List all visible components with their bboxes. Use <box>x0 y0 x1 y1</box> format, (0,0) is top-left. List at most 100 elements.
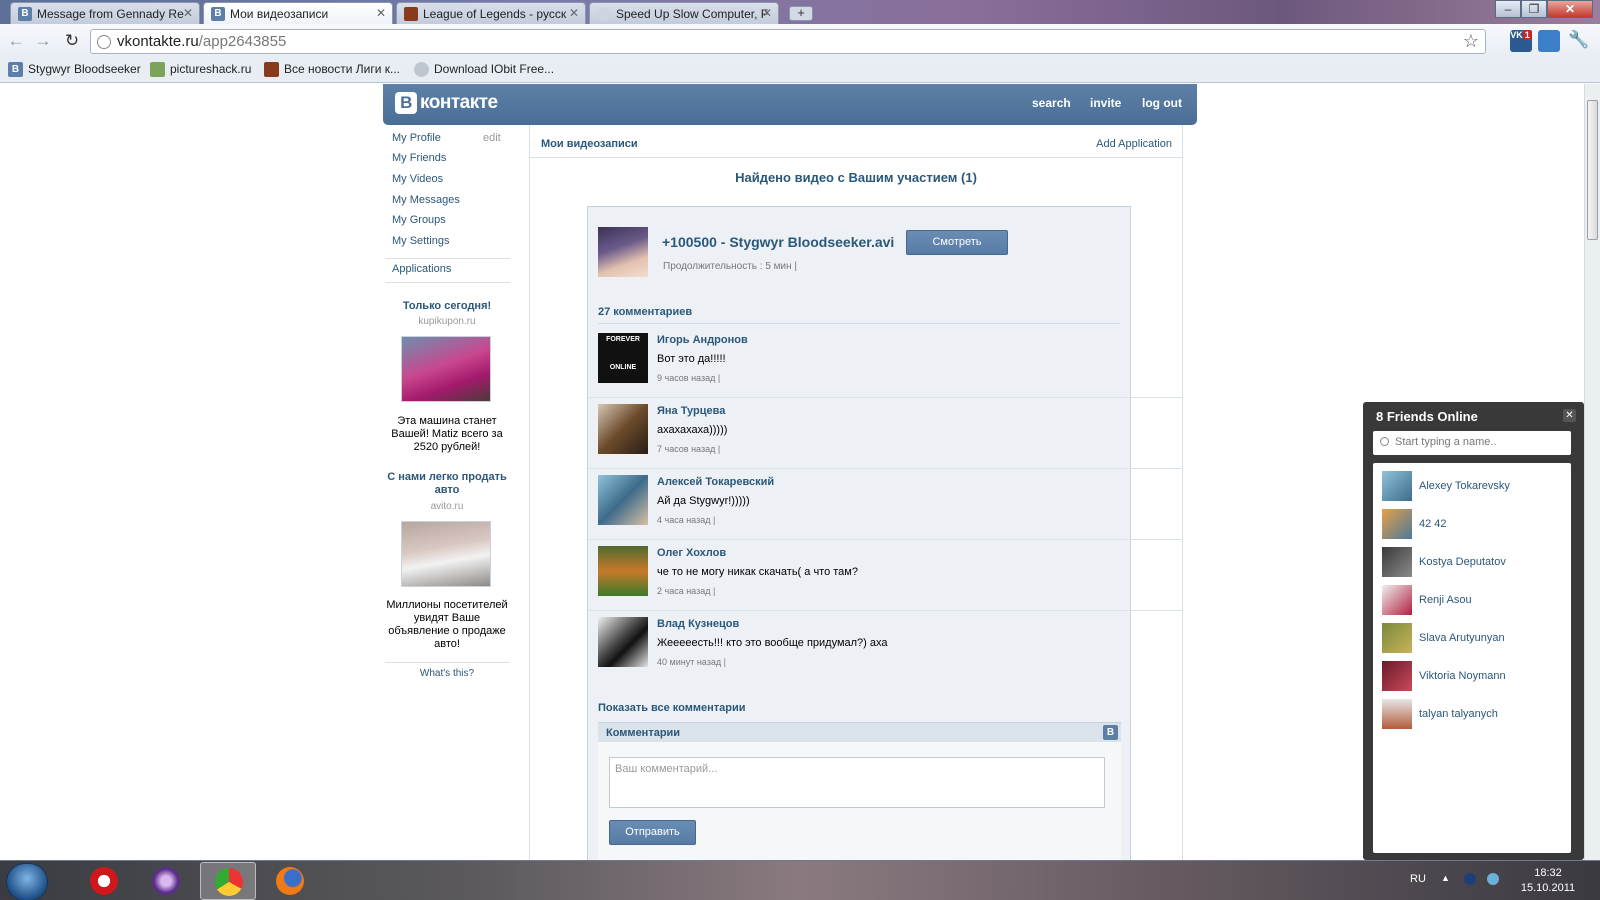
user-avatar-icon[interactable] <box>598 475 648 525</box>
mail-extension-icon[interactable] <box>1538 30 1560 52</box>
close-tab-icon[interactable]: ✕ <box>183 6 193 20</box>
vk-logo[interactable]: Вконтакте <box>395 92 498 114</box>
user-avatar-icon[interactable] <box>598 404 648 454</box>
comment-author[interactable]: Влад Кузнецов <box>657 618 739 630</box>
comment-box-title: Комментарии <box>606 727 681 739</box>
comments-count[interactable]: 27 комментариев <box>598 306 692 318</box>
minimize-button[interactable]: – <box>1495 0 1521 18</box>
vk-badge-icon: В <box>1103 725 1118 740</box>
friend-item[interactable]: Alexey Tokarevsky <box>1382 471 1567 505</box>
window-close-button[interactable]: ✕ <box>1547 0 1593 18</box>
comment-time: 2 часа назад | <box>657 586 716 596</box>
bookmark-iobit[interactable]: Download IObit Free... <box>414 62 554 77</box>
comment-author[interactable]: Алексей Токаревский <box>657 476 774 488</box>
page-scrollbar[interactable] <box>1584 84 1600 860</box>
tab-speed-up-computer[interactable]: Speed Up Slow Computer, F ✕ <box>589 2 779 24</box>
start-button[interactable] <box>6 863 48 900</box>
friends-online-title[interactable]: 8 Friends Online <box>1376 409 1478 424</box>
tab-label: Мои видеозаписи <box>230 7 329 21</box>
friend-name: Viktoria Noymann <box>1419 670 1506 682</box>
nav-logout-link[interactable]: log out <box>1142 96 1182 110</box>
comment-author[interactable]: Олег Хохлов <box>657 547 726 559</box>
friend-name: Alexey Tokarevsky <box>1419 480 1510 492</box>
bluetooth-icon[interactable] <box>1464 873 1476 885</box>
friend-item[interactable]: 42 42 <box>1382 509 1567 543</box>
bookmarks-bar: В Stygwyr Bloodseeker pictureshack.ru Вс… <box>0 58 1600 83</box>
network-icon[interactable] <box>1487 873 1499 885</box>
taskbar-firefox[interactable] <box>262 862 318 900</box>
friend-item[interactable]: Kostya Deputatov <box>1382 547 1567 581</box>
sidebar-item-applications[interactable]: Applications <box>392 263 451 275</box>
tab-message-from-gennady[interactable]: В Message from Gennady Re ✕ <box>10 2 200 24</box>
submit-comment-button[interactable]: Отправить <box>609 820 696 845</box>
close-tab-icon[interactable]: ✕ <box>569 6 579 20</box>
friend-item[interactable]: Viktoria Noymann <box>1382 661 1567 695</box>
bookmark-lol-news[interactable]: Все новости Лиги к... <box>264 62 400 77</box>
forever-online-avatar-icon[interactable]: FOREVER ONLINE <box>598 333 648 383</box>
taskbar-torrent[interactable] <box>138 862 194 900</box>
video-thumbnail[interactable] <box>598 227 648 277</box>
friend-name: Slava Arutyunyan <box>1419 632 1505 644</box>
vk-extension-icon[interactable]: VK 1 <box>1510 30 1532 52</box>
new-tab-button[interactable]: + <box>789 6 813 21</box>
tab-league-of-legends[interactable]: League of Legends - русск ✕ <box>396 2 586 24</box>
sidebar-item-my-messages[interactable]: My Messages <box>392 194 460 206</box>
comment-input[interactable]: Ваш комментарий... <box>609 757 1105 808</box>
friend-search-input[interactable]: Start typing a name.. <box>1373 431 1571 455</box>
scrollbar-thumb[interactable] <box>1587 100 1598 240</box>
reload-icon[interactable]: ↻ <box>62 31 82 51</box>
nav-invite-link[interactable]: invite <box>1090 96 1121 110</box>
friend-item[interactable]: Renji Asou <box>1382 585 1567 619</box>
taskbar-opera[interactable] <box>76 862 132 900</box>
maximize-button[interactable]: ❐ <box>1521 0 1547 18</box>
tab-strip: В Message from Gennady Re ✕ В Мои видеоз… <box>0 0 1600 25</box>
tab-label: Message from Gennady Re <box>37 7 184 21</box>
search-icon <box>1380 437 1389 446</box>
sidebar-item-my-groups[interactable]: My Groups <box>392 214 446 226</box>
sidebar-item-my-profile[interactable]: My Profile <box>392 132 441 144</box>
taskbar-chrome[interactable] <box>200 862 256 900</box>
add-application-link[interactable]: Add Application <box>1096 138 1172 150</box>
sidebar-divider <box>385 258 510 259</box>
back-arrow-icon[interactable]: ← <box>6 31 26 51</box>
tab-my-videos[interactable]: В Мои видеозаписи ✕ <box>203 2 393 25</box>
nav-search-link[interactable]: search <box>1032 96 1071 110</box>
ad-car-image[interactable] <box>401 521 491 587</box>
comment-text: ахахахаха))))) <box>657 424 728 436</box>
ad-title[interactable]: С нами легко продать авто <box>383 471 511 497</box>
comment-author[interactable]: Яна Турцева <box>657 405 725 417</box>
bookmark-stygwyr[interactable]: В Stygwyr Bloodseeker <box>8 62 141 77</box>
comment-time: 7 часов назад | <box>657 444 721 454</box>
url-path: /app2643855 <box>198 33 287 50</box>
friend-item[interactable]: Slava Arutyunyan <box>1382 623 1567 657</box>
language-indicator[interactable]: RU <box>1410 873 1426 885</box>
torrent-icon <box>152 867 180 895</box>
user-avatar-icon[interactable] <box>598 617 648 667</box>
close-icon[interactable]: ✕ <box>1563 409 1576 422</box>
sidebar-item-my-videos[interactable]: My Videos <box>392 173 443 185</box>
close-tab-icon[interactable]: ✕ <box>376 6 386 20</box>
close-tab-icon[interactable]: ✕ <box>762 6 772 20</box>
ad-title[interactable]: Только сегодня! <box>383 300 511 313</box>
show-all-comments-link[interactable]: Показать все комментарии <box>598 702 746 714</box>
vk-logo-text: контакте <box>420 92 498 113</box>
bookmark-star-icon[interactable]: ☆ <box>1463 31 1479 52</box>
sidebar-edit-link[interactable]: edit <box>483 132 501 144</box>
forward-arrow-icon[interactable]: → <box>33 31 53 51</box>
user-avatar-icon[interactable] <box>598 546 648 596</box>
wrench-icon[interactable]: 🔧 <box>1568 30 1590 52</box>
sidebar-item-my-friends[interactable]: My Friends <box>392 152 446 164</box>
comment-author[interactable]: Игорь Андронов <box>657 334 748 346</box>
friends-list: Alexey Tokarevsky 42 42 Kostya Deputatov… <box>1373 463 1571 853</box>
watch-button[interactable]: Смотреть <box>906 230 1008 255</box>
tray-expand-icon[interactable]: ▲ <box>1441 873 1453 885</box>
video-title[interactable]: +100500 - Stygwyr Bloodseeker.avi <box>662 234 894 250</box>
address-bar[interactable]: vkontakte.ru/app2643855 ☆ <box>90 29 1486 54</box>
ad-car-image[interactable] <box>401 336 491 402</box>
sidebar-item-my-settings[interactable]: My Settings <box>392 235 449 247</box>
friend-item[interactable]: talyan talyanych <box>1382 699 1567 733</box>
whats-this-link[interactable]: What's this? <box>383 668 511 679</box>
bookmark-pictureshack[interactable]: pictureshack.ru <box>150 62 251 77</box>
breadcrumb[interactable]: Мои видеозаписи <box>541 138 638 150</box>
clock[interactable]: 18:32 15.10.2011 <box>1518 866 1578 896</box>
